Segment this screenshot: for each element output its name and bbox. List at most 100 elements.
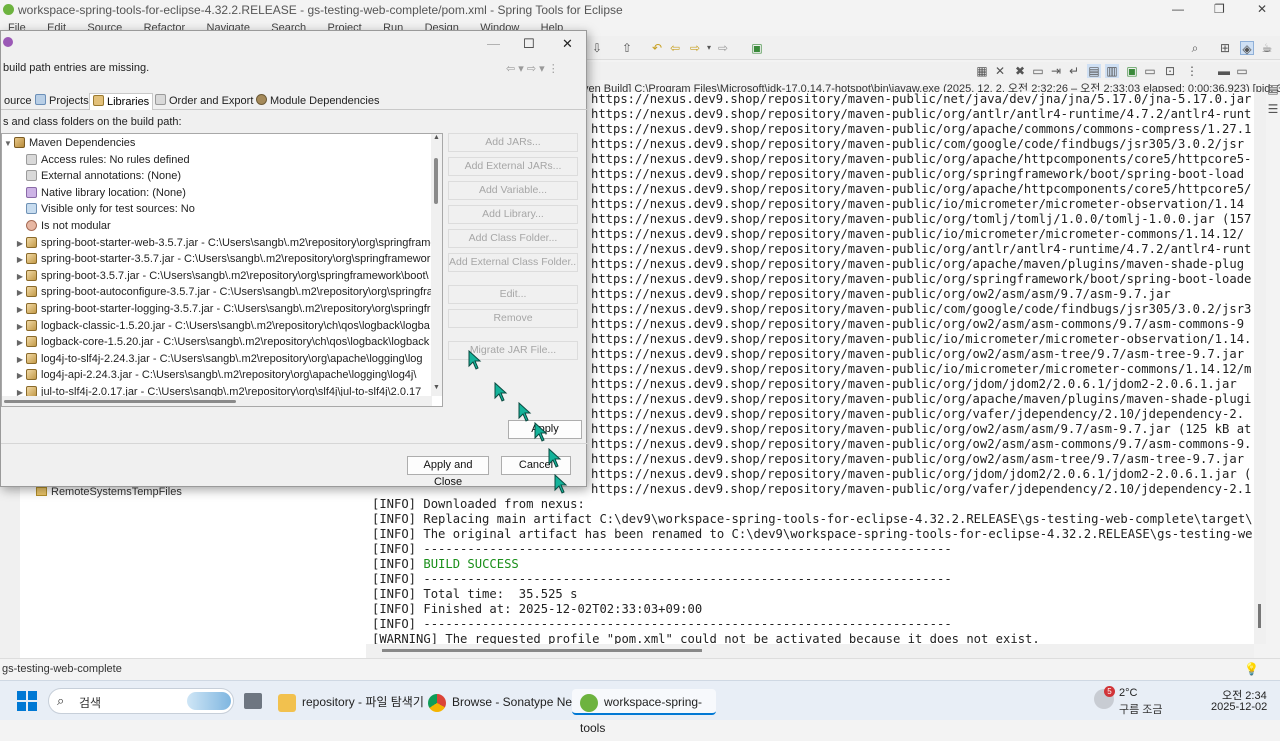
remove-all-icon[interactable]: ✖ [1013, 64, 1027, 78]
outline-icon[interactable]: ▤ [1266, 82, 1280, 96]
pin-editor-icon[interactable]: ▣ [750, 41, 764, 55]
tree-row[interactable]: Visible only for test sources: No [2, 201, 432, 217]
libraries-tree[interactable]: ▼ Maven Dependencies Access rules: No rule… [1, 133, 443, 407]
windows-start-icon[interactable] [17, 691, 37, 711]
tree-row[interactable]: ▶ log4j-to-slf4j-2.24.3.jar - C:\Users\sa… [2, 351, 432, 367]
tree-row[interactable]: ▶ spring-boot-3.5.7.jar - C:\Users\sangb\… [2, 268, 432, 284]
view-menu-icon[interactable]: ⋮ [1185, 64, 1199, 78]
search-icon[interactable]: ⌕ [1188, 41, 1202, 55]
forward-icon[interactable]: ⇨ [716, 41, 730, 55]
dialog-maximize-button[interactable]: ☐ [523, 36, 535, 52]
add-variable-button[interactable]: Add Variable... [448, 181, 578, 200]
add-class-folder-button[interactable]: Add Class Folder... [448, 229, 578, 248]
expand-toggle-icon[interactable]: ▶ [14, 319, 26, 334]
expand-toggle-icon[interactable]: ▶ [14, 269, 26, 284]
tree-row[interactable]: ▶ log4j-api-2.24.3.jar - C:\Users\sangb\.… [2, 367, 432, 383]
add-external-class-folder-button[interactable]: Add External Class Folder... [448, 253, 578, 272]
tree-row-label: spring-boot-starter-3.5.7.jar - C:\Users… [41, 253, 432, 266]
tab-source[interactable]: ource [1, 93, 35, 110]
minimize-view-icon[interactable]: ▬ [1217, 64, 1231, 78]
taskbar-spring-tools[interactable]: workspace-spring-tools [572, 689, 716, 735]
expand-toggle-icon[interactable]: ▶ [14, 335, 26, 350]
edit-button[interactable]: Edit... [448, 285, 578, 304]
spring-perspective-icon[interactable]: ◈ [1240, 41, 1254, 56]
tree-vertical-scrollbar[interactable]: ▲ ▼ [431, 134, 442, 396]
apply-and-close-button[interactable]: Apply and Close [407, 456, 489, 488]
projects-icon [35, 94, 46, 105]
tab-libraries[interactable]: Libraries [89, 93, 154, 110]
console-vscroll-thumb[interactable] [1258, 604, 1261, 628]
close-window-button[interactable]: ✕ [1257, 2, 1267, 16]
dialog-close-button[interactable]: ✕ [562, 36, 573, 52]
maximize-button[interactable]: ❐ [1214, 2, 1225, 16]
tree-row[interactable]: Native library location: (None) [2, 185, 432, 201]
task-list-icon[interactable]: ☰ [1266, 102, 1280, 116]
tree-row[interactable]: ▼ Maven Dependencies [2, 135, 432, 151]
expand-toggle-icon[interactable]: ▶ [14, 236, 26, 251]
add-jars-button[interactable]: Add JARs... [448, 133, 578, 152]
forward-history-icon[interactable]: ⇨ [688, 41, 702, 55]
expand-toggle-icon[interactable]: ▶ [14, 368, 26, 383]
expand-toggle-icon[interactable]: ▶ [14, 285, 26, 300]
tab-projects[interactable]: Projects [32, 93, 92, 110]
maximize-view-icon[interactable]: ▭ [1235, 64, 1249, 78]
task-view-icon[interactable] [244, 693, 262, 709]
open-console-icon[interactable]: ⊡ [1163, 64, 1177, 78]
scroll-lock-icon[interactable]: ⇥ [1049, 64, 1063, 78]
scroll-up-icon[interactable]: ▲ [433, 134, 440, 141]
clock-date[interactable]: 2025-12-02 [1211, 701, 1267, 713]
explorer-item-remote[interactable]: RemoteSystemsTempFiles [36, 486, 182, 498]
show-stderr-icon[interactable]: ▥ [1105, 64, 1119, 78]
expand-toggle-icon[interactable]: ▶ [14, 352, 26, 367]
tree-hscroll-thumb[interactable] [4, 400, 236, 403]
add-library-button[interactable]: Add Library... [448, 205, 578, 224]
taskbar-explorer[interactable]: repository - 파일 탐색기 [278, 689, 424, 715]
dialog-history-nav[interactable]: ⇦ ▾ ⇨ ▾ ⋮ [506, 62, 559, 75]
app-icon [3, 4, 14, 15]
tree-row[interactable]: ▶ logback-classic-1.5.20.jar - C:\Users\s… [2, 318, 432, 334]
open-perspective-icon[interactable]: ⊞ [1218, 41, 1232, 55]
tree-horizontal-scrollbar[interactable] [2, 396, 432, 406]
console-vertical-scrollbar[interactable] [1254, 92, 1266, 644]
tab-order-export[interactable]: Order and Export [152, 93, 256, 110]
taskbar-chrome[interactable]: Browse - Sonatype Nexus [428, 689, 591, 715]
word-wrap-icon[interactable]: ↵ [1067, 64, 1081, 78]
remove-launch-icon[interactable]: ▦ [975, 64, 989, 78]
pin-console-icon[interactable]: ▣ [1125, 64, 1139, 78]
expand-toggle-icon[interactable]: ▶ [14, 302, 26, 317]
scroll-down-icon[interactable]: ▼ [433, 384, 440, 391]
remove-button[interactable]: Remove [448, 309, 578, 328]
tree-row[interactable]: ▶ spring-boot-starter-web-3.5.7.jar - C:\… [2, 235, 432, 251]
minimize-button[interactable]: — [1172, 2, 1184, 16]
prev-annotation-icon[interactable]: ⇧ [620, 41, 634, 55]
expand-toggle-icon[interactable]: ▼ [2, 136, 14, 151]
back-icon[interactable]: ↶ [650, 41, 664, 55]
display-console-icon[interactable]: ▭ [1143, 64, 1157, 78]
tree-row[interactable]: Is not modular [2, 218, 432, 234]
tree-row[interactable]: Access rules: No rules defined [2, 152, 432, 168]
tree-row[interactable]: ▶ spring-boot-starter-3.5.7.jar - C:\User… [2, 251, 432, 267]
dialog-minimize-button[interactable]: — [487, 36, 500, 51]
tree-row[interactable]: ▶ spring-boot-starter-logging-3.5.7.jar -… [2, 301, 432, 317]
tree-row[interactable]: ▶ spring-boot-autoconfigure-3.5.7.jar - C… [2, 284, 432, 300]
console-hscroll-thumb[interactable] [382, 649, 702, 652]
show-stdout-icon[interactable]: ▤ [1087, 64, 1101, 78]
jar-icon [26, 336, 37, 348]
dialog-app-icon [3, 37, 13, 47]
nav-annotation-icon[interactable]: ⇩ [590, 41, 604, 55]
back-history-icon[interactable]: ⇦ [668, 41, 682, 55]
tree-row[interactable]: ▶ logback-core-1.5.20.jar - C:\Users\sang… [2, 334, 432, 350]
terminate-icon[interactable]: ✕ [993, 64, 1007, 78]
console-line: [WARNING] The requested profile "pom.xml… [372, 632, 1040, 644]
tree-vscroll-thumb[interactable] [434, 158, 438, 204]
clear-console-icon[interactable]: ▭ [1031, 64, 1045, 78]
tree-row[interactable]: External annotations: (None) [2, 168, 432, 184]
dropdown-icon[interactable]: ▾ [702, 41, 716, 55]
java-perspective-icon[interactable]: ☕ [1260, 41, 1274, 55]
taskbar-search[interactable]: ⌕ 검색 [48, 688, 234, 714]
console-horizontal-scrollbar[interactable] [366, 644, 1254, 658]
tab-module-dependencies[interactable]: Module Dependencies [253, 93, 382, 110]
expand-toggle-icon[interactable]: ▶ [14, 252, 26, 267]
add-external-jars-button[interactable]: Add External JARs... [448, 157, 578, 176]
tip-bulb-icon[interactable]: 💡 [1244, 662, 1259, 676]
